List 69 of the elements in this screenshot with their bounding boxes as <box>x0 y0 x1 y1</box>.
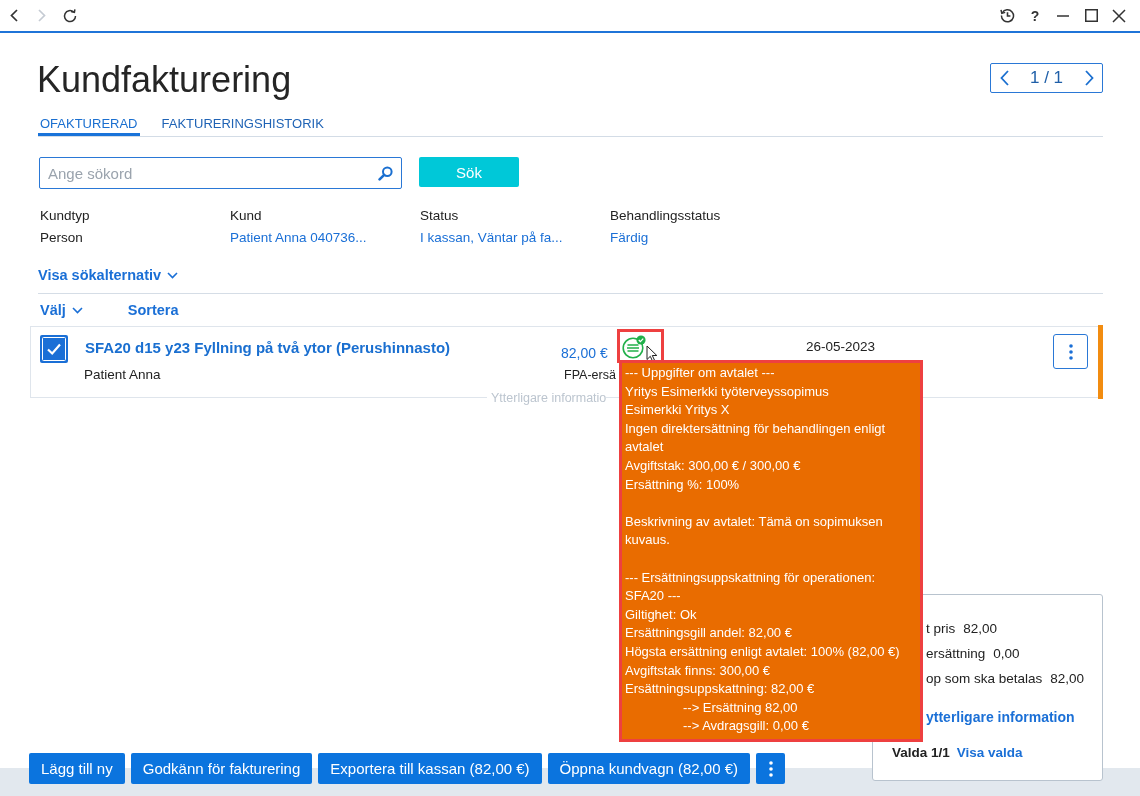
chevron-down-icon <box>167 271 179 279</box>
tooltip-text: --> Avdragsgill: 0,00 € <box>682 717 810 736</box>
tooltip-text: --- Uppgifter om avtalet --- <box>625 364 776 382</box>
reimbursement-label: FPA-ersä <box>564 367 616 384</box>
summary-label: ersättning <box>926 645 986 663</box>
action-button[interactable]: Exportera till kassan (82,00 €) <box>318 753 542 784</box>
chevron-left-icon <box>10 9 18 22</box>
list-check-icon[interactable] <box>622 335 646 359</box>
tooltip-text: Avgiftstak finns: 300,00 € <box>625 661 772 680</box>
filter-link[interactable]: I kassan, Väntar på fa... <box>420 228 563 248</box>
more-information-link[interactable]: ytterligare information <box>926 709 1075 725</box>
tab[interactable]: OFAKTURERAD <box>38 115 140 136</box>
tooltip-text: Ersättningsgill andel: 82,00 € <box>625 624 793 643</box>
chevron-down-icon <box>71 306 83 314</box>
tooltip-text: Yritys Esimerkki työterveyssopimus <box>625 382 830 401</box>
tooltip-text: --> Ersättning 82,00 <box>682 698 799 717</box>
chevron-left-icon <box>999 70 1009 86</box>
tooltip-text: Högsta ersättning enligt avtalet: 100% (82,00 €) <box>625 642 901 661</box>
filter-label: Kund <box>230 207 262 225</box>
summary-label: op som ska betalas <box>926 670 1043 688</box>
filter-label: Kundtyp <box>40 207 90 225</box>
filter-link[interactable]: Patient Anna 040736... <box>230 228 367 248</box>
select-menu-button[interactable]: Välj <box>40 300 83 320</box>
minimize-icon <box>1057 14 1069 17</box>
chevron-right-icon <box>1084 70 1094 86</box>
search-field[interactable]: Ange sökord <box>39 157 402 189</box>
kebab-icon <box>768 760 773 777</box>
search-icon[interactable] <box>378 166 393 181</box>
tooltip-text: Beskrivning av avtalet: Tämä on sopimuksen kuvaus. <box>625 512 884 550</box>
more-actions-button[interactable] <box>756 753 786 784</box>
filter-label: Status <box>420 207 459 225</box>
summary-label: t pris <box>926 620 956 638</box>
more-button[interactable] <box>1053 334 1088 369</box>
action-button[interactable]: Öppna kundvagn (82,00 €) <box>547 753 751 784</box>
customer-name: Patient Anna <box>84 366 161 384</box>
page-title: Kundfakturering <box>37 58 292 102</box>
page-indicator: 1 / 1 <box>1029 68 1064 88</box>
action-button[interactable]: Lägg till ny <box>29 753 125 784</box>
show-selected-link[interactable]: Visa valda <box>956 743 1023 763</box>
chevron-right-icon <box>38 9 46 22</box>
tooltip-text: Esimerkki Yritys X <box>625 401 731 420</box>
row-date: 26-05-2023 <box>806 338 876 356</box>
row-title-link[interactable]: SFA20 d15 y23 Fyllning på två ytor (Perushinnasto) <box>85 339 451 357</box>
refresh-icon <box>63 8 77 23</box>
search-options-link[interactable]: Visa sökalternativ <box>38 265 179 285</box>
maximize-icon <box>1084 9 1098 22</box>
checkbox[interactable] <box>40 335 68 363</box>
tab[interactable]: FAKTURERINGSHISTORIK <box>159 115 326 136</box>
help-button[interactable]: ? <box>1021 0 1049 31</box>
price-amount: 82,00 € <box>561 344 608 362</box>
filter-link[interactable]: Färdig <box>610 228 649 248</box>
kebab-icon <box>1068 343 1073 360</box>
filter-label: Behandlingsstatus <box>610 207 721 225</box>
sort-button[interactable]: Sortera <box>127 300 179 320</box>
cursor-icon <box>646 345 658 362</box>
action-button[interactable]: Godkänn för fakturering <box>130 753 313 784</box>
selection-count: Valda 1/1 <box>892 744 950 762</box>
history-icon <box>999 8 1015 23</box>
close-icon <box>1112 8 1126 23</box>
tooltip-text: Avgiftstak: 300,00 € / 300,00 € <box>625 456 802 475</box>
summary-value: 82,00 <box>1050 670 1085 688</box>
tooltip-text: Giltighet: Ok <box>625 605 698 624</box>
summary-value: 82,00 <box>963 620 998 638</box>
filter-value: Person <box>40 229 83 247</box>
summary-value: 0,00 <box>993 645 1020 663</box>
tooltip-text: Ersättning %: 100% <box>625 475 741 494</box>
tooltip-text: Ingen direktersättning för behandlingen enligt avtalet <box>625 419 887 457</box>
tooltip-text: --- Ersättningsuppskattning för operationen: SFA20 --- <box>625 568 877 606</box>
tooltip-text: Ersättningsuppskattning: 82,00 € <box>625 680 816 699</box>
